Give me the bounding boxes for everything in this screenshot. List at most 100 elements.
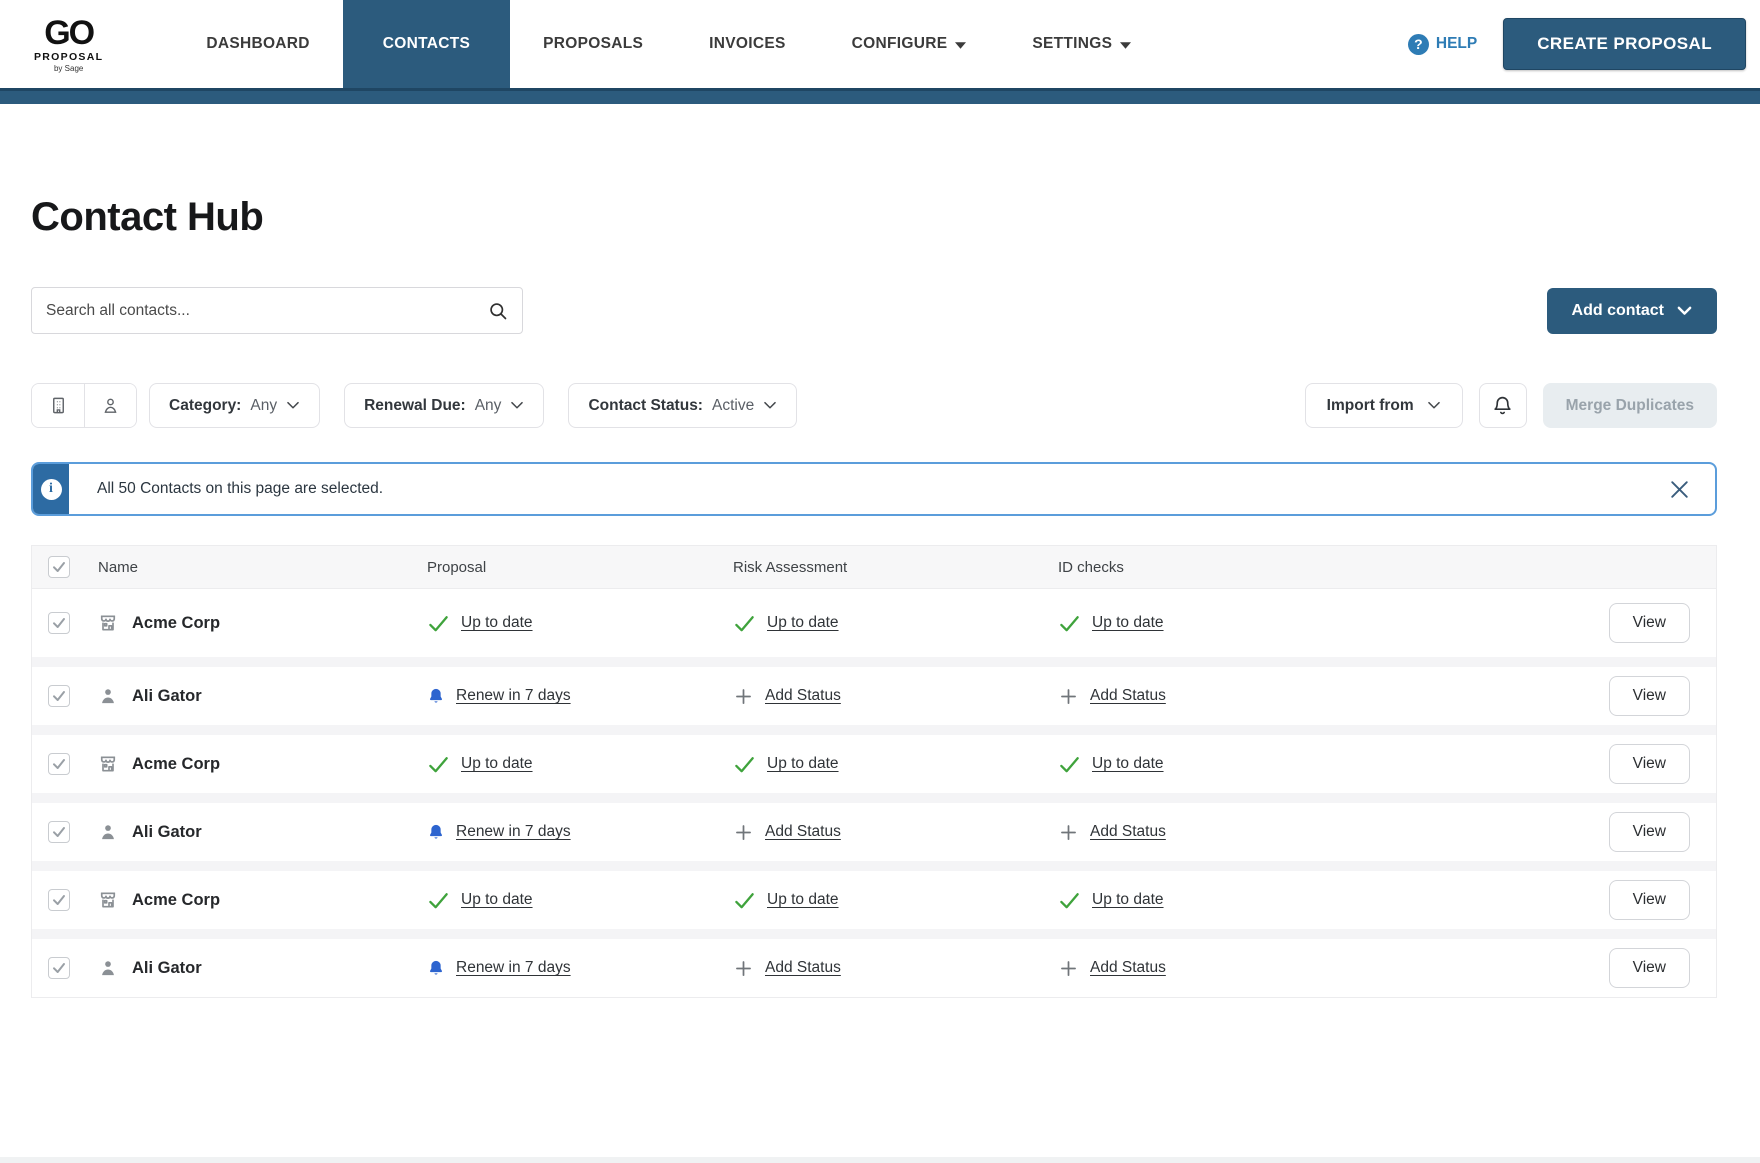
status-link[interactable]: Add Status — [1090, 959, 1166, 977]
nav-item-invoices[interactable]: INVOICES — [676, 0, 818, 88]
status-link[interactable]: Up to date — [767, 755, 839, 773]
status-link[interactable]: Add Status — [765, 823, 841, 841]
filter-label: Contact Status: — [588, 397, 703, 415]
add-contact-button[interactable]: Add contact — [1547, 288, 1717, 334]
import-from-button[interactable]: Import from — [1305, 383, 1463, 428]
status-link[interactable]: Add Status — [765, 959, 841, 977]
table-row: Ali Gator Renew in 7 days Add — [32, 929, 1716, 997]
contact-hub-page: Contact Hub Add contact Category: Any — [0, 194, 1760, 998]
filter-row: Category: Any Renewal Due: Any Contact S… — [31, 383, 1717, 428]
company-filter-button[interactable] — [32, 384, 84, 427]
contact-status-filter[interactable]: Contact Status: Active — [568, 383, 797, 428]
nav-items: DASHBOARD CONTACTS PROPOSALS INVOICES CO… — [173, 0, 1164, 88]
status-link[interactable]: Up to date — [767, 614, 839, 632]
nav-item-label: INVOICES — [709, 35, 785, 53]
check-icon — [427, 753, 450, 776]
row-checkbox[interactable] — [48, 957, 70, 979]
help-label: HELP — [1436, 35, 1477, 53]
table-row: Ali Gator Renew in 7 days Add — [32, 793, 1716, 861]
help-link[interactable]: ? HELP — [1408, 34, 1477, 55]
contact-name: Ali Gator — [132, 823, 202, 842]
notifications-button[interactable] — [1479, 383, 1527, 428]
status-link[interactable]: Add Status — [1090, 823, 1166, 841]
row-checkbox[interactable] — [48, 753, 70, 775]
nav-item-label: PROPOSALS — [543, 35, 643, 53]
filter-value: Any — [250, 397, 277, 415]
view-button[interactable]: View — [1609, 744, 1690, 784]
checkmark-icon — [51, 892, 67, 908]
table-row: Ali Gator Renew in 7 days Add — [32, 657, 1716, 725]
close-icon — [1667, 477, 1692, 502]
info-icon: i — [41, 479, 62, 500]
contact-rows: Acme Corp Up to date Up to dat — [32, 589, 1716, 997]
nav-item-contacts[interactable]: CONTACTS — [343, 0, 510, 88]
id-checks-cell: Add Status — [1058, 686, 1566, 707]
search-box — [31, 287, 523, 334]
row-checkbox[interactable] — [48, 685, 70, 707]
logo-word-proposal: PROPOSAL — [34, 51, 103, 63]
banner-accent: i — [33, 464, 69, 514]
status-link[interactable]: Add Status — [765, 687, 841, 705]
create-proposal-button[interactable]: CREATE PROPOSAL — [1503, 18, 1746, 70]
nav-item-proposals[interactable]: PROPOSALS — [510, 0, 676, 88]
renewal-due-filter[interactable]: Renewal Due: Any — [344, 383, 544, 428]
logo-word-go: GO — [44, 16, 93, 50]
company-icon — [98, 613, 118, 633]
goproposal-logo[interactable]: GO PROPOSAL by Sage — [0, 0, 131, 88]
column-header-name: Name — [92, 559, 427, 576]
banner-close-button[interactable] — [1643, 464, 1715, 514]
check-icon — [733, 612, 756, 635]
status-link[interactable]: Up to date — [1092, 755, 1164, 773]
row-checkbox[interactable] — [48, 612, 70, 634]
select-all-checkbox[interactable] — [48, 556, 70, 578]
nav-item-configure[interactable]: CONFIGURE — [819, 0, 1000, 88]
company-icon — [98, 754, 118, 774]
row-checkbox[interactable] — [48, 821, 70, 843]
view-button[interactable]: View — [1609, 812, 1690, 852]
status-link[interactable]: Add Status — [1090, 687, 1166, 705]
status-link[interactable]: Up to date — [461, 755, 533, 773]
contact-name: Acme Corp — [132, 614, 220, 633]
add-contact-label: Add contact — [1572, 302, 1664, 320]
search-input[interactable] — [46, 302, 488, 320]
check-icon — [427, 889, 450, 912]
row-checkbox[interactable] — [48, 889, 70, 911]
status-link[interactable]: Up to date — [1092, 891, 1164, 909]
nav-item-settings[interactable]: SETTINGS — [999, 0, 1164, 88]
status-link[interactable]: Up to date — [461, 891, 533, 909]
nav-item-label: CONTACTS — [383, 35, 470, 53]
status-link[interactable]: Renew in 7 days — [456, 959, 571, 977]
chevron-down-icon — [763, 401, 777, 410]
view-button[interactable]: View — [1609, 603, 1690, 643]
plus-icon — [733, 822, 754, 843]
page-bottom-edge — [0, 1157, 1760, 1163]
plus-icon — [733, 686, 754, 707]
contact-name: Acme Corp — [132, 891, 220, 910]
id-checks-cell: Up to date — [1058, 889, 1566, 912]
check-icon — [733, 753, 756, 776]
bell-icon — [427, 959, 445, 977]
risk-assessment-cell: Up to date — [733, 612, 1058, 635]
merge-duplicates-button[interactable]: Merge Duplicates — [1543, 383, 1717, 428]
category-filter[interactable]: Category: Any — [149, 383, 320, 428]
bell-icon — [427, 687, 445, 705]
status-link[interactable]: Renew in 7 days — [456, 823, 571, 841]
chevron-down-icon — [1120, 42, 1131, 49]
status-link[interactable]: Renew in 7 days — [456, 687, 571, 705]
view-button[interactable]: View — [1609, 676, 1690, 716]
contact-name: Acme Corp — [132, 755, 220, 774]
filter-label: Category: — [169, 397, 241, 415]
nav-right: ? HELP CREATE PROPOSAL — [1408, 0, 1760, 88]
filter-right-actions: Import from Merge Duplicates — [1305, 383, 1717, 428]
status-link[interactable]: Up to date — [461, 614, 533, 632]
person-filter-button[interactable] — [84, 384, 136, 427]
view-button[interactable]: View — [1609, 880, 1690, 920]
nav-item-dashboard[interactable]: DASHBOARD — [173, 0, 342, 88]
search-icon[interactable] — [488, 301, 508, 321]
status-link[interactable]: Up to date — [767, 891, 839, 909]
proposal-cell: Up to date — [427, 753, 733, 776]
nav-item-label: CONFIGURE — [852, 35, 948, 53]
status-link[interactable]: Up to date — [1092, 614, 1164, 632]
table-header-row: Name Proposal Risk Assessment ID checks — [32, 546, 1716, 589]
view-button[interactable]: View — [1609, 948, 1690, 988]
